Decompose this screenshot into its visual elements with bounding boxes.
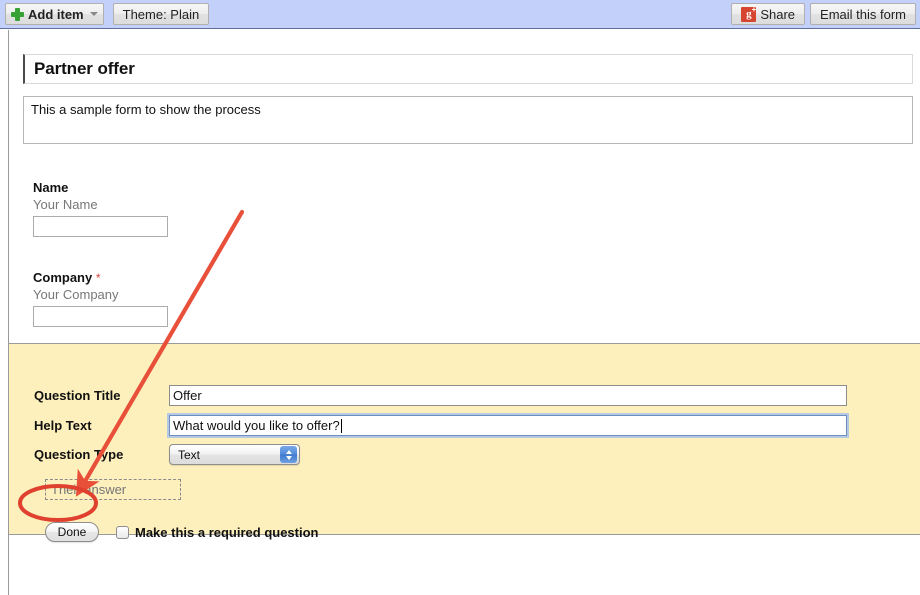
select-stepper-icon[interactable]: [280, 446, 297, 463]
answer-preview-box: Their answer: [45, 479, 181, 500]
required-asterisk: *: [95, 271, 101, 285]
chevron-up-icon: [285, 449, 292, 454]
question-help-text: Your Name: [33, 197, 98, 212]
toolbar-left-group: Add item Theme: Plain: [5, 3, 210, 25]
plus-icon: [11, 7, 24, 21]
share-button[interactable]: g + Share: [731, 3, 806, 25]
question-title-input[interactable]: Offer: [169, 385, 847, 406]
theme-label: Theme: Plain: [122, 6, 200, 22]
form-description-text: This a sample form to show the process: [31, 102, 261, 117]
required-question-label: Make this a required question: [135, 524, 319, 540]
email-this-form-button[interactable]: Email this form: [810, 3, 916, 25]
question-type-select[interactable]: Text: [169, 444, 300, 465]
done-label: Done: [57, 525, 87, 539]
email-this-form-label: Email this form: [820, 6, 906, 22]
done-button[interactable]: Done: [45, 522, 99, 542]
text-cursor: [340, 418, 342, 433]
required-question-checkbox[interactable]: [116, 525, 129, 539]
question-title-label: Question Title: [34, 388, 121, 403]
question-preview-company[interactable]: Company * Your Company: [33, 270, 168, 327]
question-answer-input[interactable]: [33, 216, 168, 237]
google-plus-icon: g +: [741, 4, 757, 22]
form-description-field[interactable]: This a sample form to show the process: [23, 96, 913, 144]
form-title-field[interactable]: Partner offer: [23, 54, 913, 84]
help-text-value: What would you like to offer?: [173, 418, 340, 433]
question-answer-input[interactable]: [33, 306, 168, 327]
page-title: Partner offer: [34, 59, 135, 78]
question-type-value: Text: [178, 447, 201, 462]
chevron-down-icon: [285, 455, 292, 460]
question-label: Company *: [33, 270, 168, 285]
google-plus-icon-plus: +: [751, 4, 757, 14]
question-type-label: Question Type: [34, 447, 124, 462]
answer-placeholder-text: Their answer: [51, 482, 127, 497]
add-item-button[interactable]: Add item: [5, 3, 104, 25]
question-title-value: Offer: [173, 388, 202, 403]
share-label: Share: [760, 6, 796, 22]
help-text-input[interactable]: What would you like to offer?: [167, 413, 849, 438]
help-text-row: Help Text What would you like to offer?: [34, 413, 849, 438]
question-label-text: Company: [33, 270, 93, 285]
question-editor-panel: Question Title Offer Help Text What woul…: [9, 343, 920, 542]
add-item-label: Add item: [28, 6, 84, 22]
toolbar-right-group: g + Share Email this form: [731, 3, 916, 25]
question-help-text: Your Company: [33, 287, 119, 302]
question-preview-name[interactable]: Name Your Name: [33, 180, 168, 237]
form-editor-page: Partner offer This a sample form to show…: [8, 30, 920, 595]
top-toolbar: Add item Theme: Plain g + Share Email thi…: [0, 0, 920, 29]
chevron-down-icon: [89, 12, 98, 16]
question-label: Name: [33, 180, 168, 195]
help-text-label: Help Text: [34, 418, 92, 433]
question-title-row: Question Title Offer: [34, 385, 847, 406]
question-label-text: Name: [33, 180, 69, 195]
theme-button[interactable]: Theme: Plain: [112, 3, 210, 25]
question-type-row: Question Type Text: [34, 444, 300, 465]
editor-actions-row: Done Make this a required question: [45, 522, 319, 542]
